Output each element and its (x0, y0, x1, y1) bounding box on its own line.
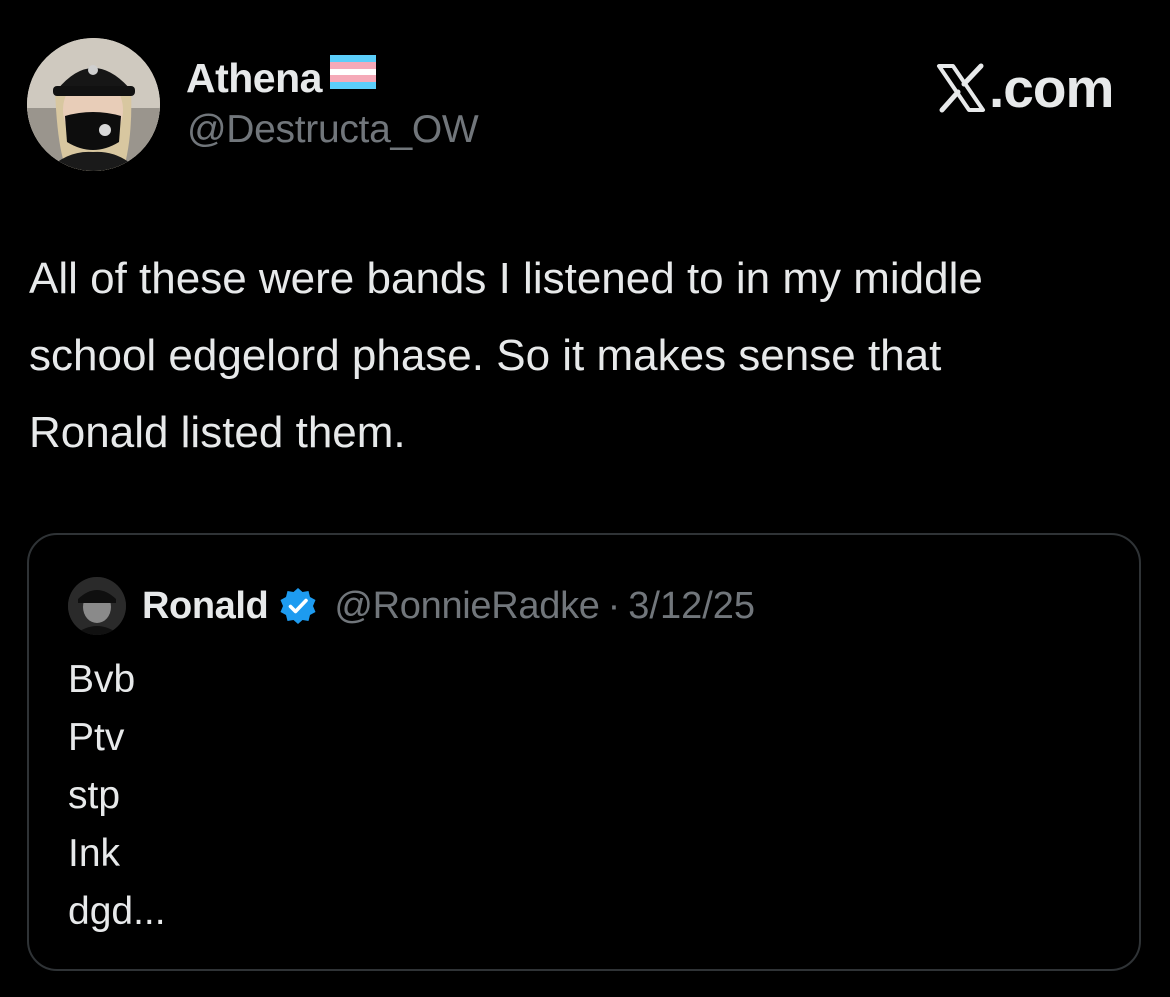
author-name-row[interactable]: Athena (186, 50, 376, 106)
tweet-text: All of these were bands I listened to in… (29, 240, 1154, 471)
quote-line: Bvb (68, 658, 136, 701)
quoted-tweet-card[interactable]: Ronald @RonnieRadke · 3/12/25 Bvb Ptv st… (27, 533, 1141, 971)
tweet-line: school edgelord phase. So it makes sense… (29, 331, 942, 380)
quote-date[interactable]: 3/12/25 (628, 585, 755, 628)
quote-line: Ink (68, 832, 121, 875)
quote-line: dgd... (68, 890, 166, 933)
tweet-line: Ronald listed them. (29, 408, 406, 457)
transgender-flag-icon (329, 55, 376, 89)
verified-badge-icon (278, 586, 318, 626)
x-logo-icon (935, 62, 987, 114)
quote-line: stp (68, 774, 121, 817)
tweet-line: All of these were bands I listened to in… (29, 254, 983, 303)
quote-header: Ronald @RonnieRadke · 3/12/25 (142, 577, 755, 635)
author-avatar[interactable] (27, 38, 160, 171)
brand-label: .com (989, 57, 1114, 119)
quote-line: Ptv (68, 716, 125, 759)
brand-watermark: .com (935, 56, 1114, 120)
quote-handle[interactable]: @RonnieRadke (334, 585, 600, 628)
quote-separator: · (607, 584, 621, 627)
quote-display-name[interactable]: Ronald (142, 585, 269, 628)
quote-text: Bvb Ptv stp Ink dgd... (68, 651, 166, 941)
quote-avatar[interactable] (68, 577, 126, 635)
author-display-name[interactable]: Athena (186, 55, 322, 102)
author-handle[interactable]: @Destructa_OW (187, 108, 479, 152)
